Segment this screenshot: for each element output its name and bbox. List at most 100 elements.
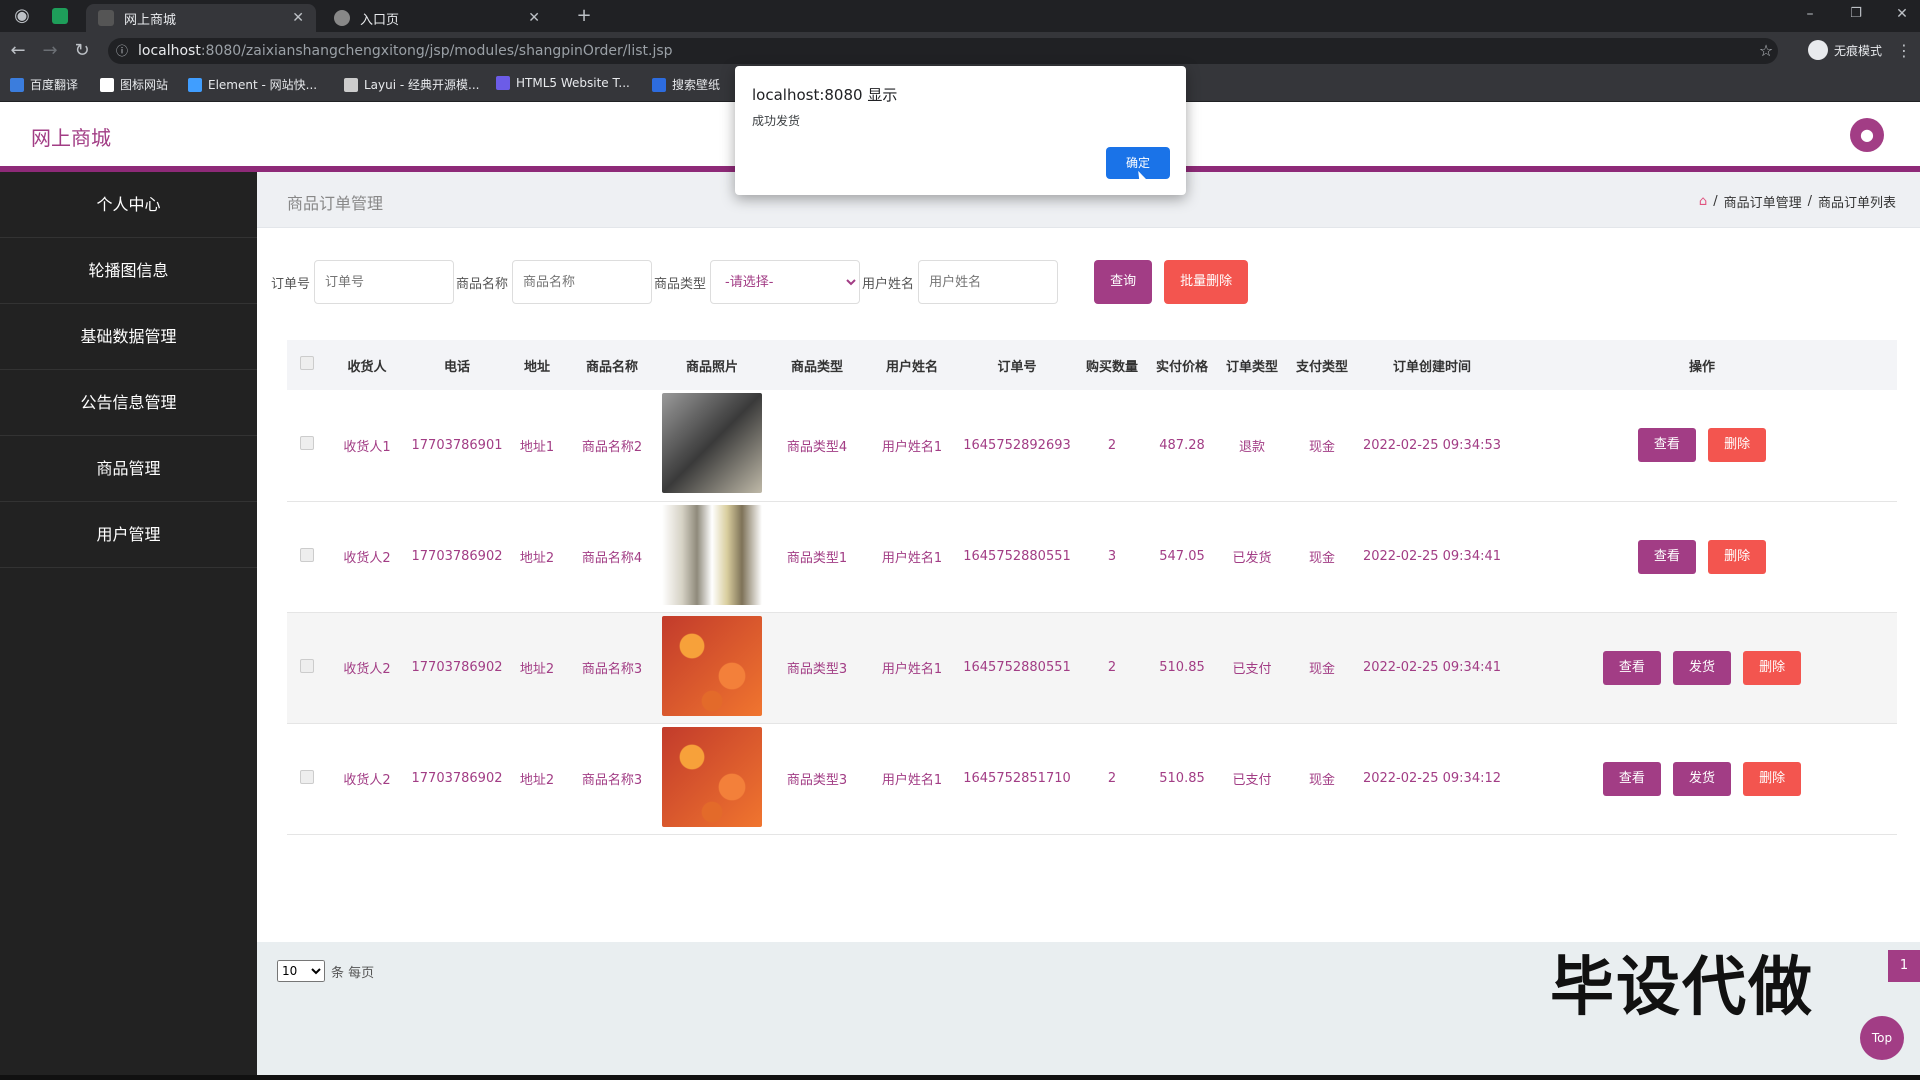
cell-user: 用户姓名1 — [881, 662, 943, 677]
view-button[interactable]: 查看 — [1637, 428, 1696, 463]
delete-button[interactable]: 删除 — [1743, 761, 1802, 796]
user-name-input[interactable] — [918, 260, 1059, 304]
col-photo: 商品照片 — [685, 359, 738, 375]
row-checkbox[interactable] — [300, 769, 314, 784]
delete-button[interactable]: 删除 — [1708, 539, 1767, 574]
page-size-select[interactable]: 10 — [277, 960, 325, 982]
forward-icon[interactable]: → — [38, 39, 62, 63]
tab-favicon-icon — [52, 8, 68, 24]
bookmark-item[interactable]: Element - 网站快... — [188, 76, 317, 93]
page-number-button[interactable]: 1 — [1888, 950, 1920, 982]
col-product: 商品名称 — [585, 359, 638, 375]
product-photo-flower[interactable] — [662, 726, 762, 827]
bookmark-item[interactable]: Layui - 经典开源模... — [344, 76, 479, 93]
kebab-menu-icon[interactable]: ⋮ — [1892, 39, 1916, 63]
product-type-label: 商品类型 — [654, 276, 707, 292]
cell-user: 用户姓名1 — [881, 439, 943, 455]
col-price: 实付价格 — [1155, 359, 1208, 375]
breadcrumb-sep: / — [1807, 194, 1812, 209]
window-close-icon[interactable]: ✕ — [1890, 2, 1914, 26]
col-created: 订单创建时间 — [1392, 359, 1471, 375]
page-title: 商品订单管理 — [287, 194, 384, 213]
view-button[interactable]: 查看 — [1602, 761, 1661, 796]
sidebar: 个人中心 轮播图信息 基础数据管理 公告信息管理 商品管理 用户管理 — [0, 172, 257, 1080]
star-icon[interactable]: ☆ — [1754, 39, 1778, 63]
new-tab-icon[interactable]: + — [572, 4, 596, 28]
per-page-label: 条 每页 — [331, 965, 375, 981]
pagination-size: 10 条 每页 — [277, 960, 374, 982]
tab-inactive[interactable]: 入口页 ✕ — [322, 4, 552, 32]
cell-product: 商品名称3 — [581, 662, 643, 677]
cell-qty: 2 — [1107, 437, 1117, 453]
product-name-input[interactable] — [512, 260, 653, 304]
sidebar-item-carousel[interactable]: 轮播图信息 — [0, 238, 257, 304]
col-order-no: 订单号 — [997, 359, 1037, 375]
ship-button[interactable]: 发货 — [1672, 650, 1731, 685]
cell-receiver: 收货人1 — [343, 439, 391, 455]
product-type-select[interactable]: -请选择- — [710, 260, 861, 304]
batch-delete-button[interactable]: 批量删除 — [1164, 260, 1249, 304]
bookmark-item[interactable]: 百度翻译 — [10, 76, 78, 93]
delete-button[interactable]: 删除 — [1743, 650, 1802, 685]
table-row: 收货人2 17703786902 地址2 商品名称3 商品类型3 用户姓名1 1… — [287, 612, 1897, 723]
breadcrumb-item[interactable]: 商品订单管理 — [1724, 192, 1802, 211]
incognito-indicator[interactable]: 无痕模式 — [1807, 40, 1882, 60]
back-to-top-button[interactable]: Top — [1860, 1016, 1904, 1060]
chrome-menu-icon[interactable]: ◉ — [10, 4, 34, 28]
table-row: 收货人2 17703786902 地址2 商品名称3 商品类型3 用户姓名1 1… — [287, 723, 1897, 834]
cell-product: 商品名称2 — [581, 439, 643, 455]
alert-dialog: localhost:8080 显示 成功发货 确定 — [735, 66, 1186, 195]
cell-product: 商品名称3 — [581, 773, 643, 788]
order-no-input[interactable] — [314, 260, 455, 304]
cell-actions: 查看 删除 — [1507, 390, 1897, 501]
browser-toolbar: ← → ↻ ⓘ localhost:8080/zaixianshangcheng… — [0, 32, 1920, 70]
cell-order-no: 1645752851710 — [963, 771, 1071, 786]
cell-phone: 17703786902 — [411, 660, 503, 675]
sidebar-item-notice[interactable]: 公告信息管理 — [0, 370, 257, 436]
html5-icon — [496, 76, 510, 90]
cell-qty: 3 — [1107, 549, 1117, 564]
home-icon[interactable]: ⌂ — [1699, 194, 1707, 209]
close-icon[interactable]: ✕ — [528, 10, 540, 26]
cell-phone: 17703786902 — [411, 549, 503, 564]
tab-active[interactable]: 网上商城 ✕ — [86, 4, 316, 32]
view-button[interactable]: 查看 — [1602, 650, 1661, 685]
cell-order-type: 退款 — [1238, 439, 1265, 455]
cell-user: 用户姓名1 — [881, 773, 943, 788]
address-bar[interactable]: ⓘ localhost:8080/zaixianshangchengxitong… — [108, 38, 1778, 64]
sidebar-item-profile[interactable]: 个人中心 — [0, 172, 257, 238]
dialog-message: 成功发货 — [752, 114, 801, 128]
row-checkbox[interactable] — [300, 547, 314, 562]
select-all-checkbox[interactable] — [300, 356, 314, 370]
delete-button[interactable]: 删除 — [1708, 428, 1767, 463]
product-photo-bottle[interactable] — [662, 504, 762, 605]
row-checkbox[interactable] — [300, 658, 314, 673]
cell-phone: 17703786901 — [411, 437, 503, 453]
bookmark-item[interactable]: HTML5 Website T... — [496, 76, 630, 90]
product-photo-flower[interactable] — [662, 615, 762, 716]
app-root: 网上商城 ● 个人中心 轮播图信息 基础数据管理 公告信息管理 商品管理 用户管… — [0, 102, 1920, 1080]
restore-icon[interactable]: ❐ — [1844, 2, 1868, 26]
bookmark-item[interactable]: 搜索壁纸 — [652, 76, 720, 93]
query-button[interactable]: 查询 — [1094, 260, 1153, 304]
minimize-icon[interactable]: – — [1798, 2, 1822, 26]
brand-title[interactable]: 网上商城 — [31, 122, 111, 151]
ship-button[interactable]: 发货 — [1672, 761, 1731, 796]
bookmark-item[interactable]: 图标网站 — [100, 76, 168, 93]
user-icon[interactable]: ● — [1850, 118, 1884, 152]
dialog-title: localhost:8080 显示 — [752, 86, 898, 104]
close-icon[interactable]: ✕ — [292, 10, 304, 26]
info-icon[interactable]: ⓘ — [116, 38, 128, 64]
view-button[interactable]: 查看 — [1637, 539, 1696, 574]
bottom-strip — [0, 1075, 1920, 1080]
sidebar-item-users[interactable]: 用户管理 — [0, 502, 257, 568]
back-icon[interactable]: ← — [6, 39, 30, 63]
tab-title: 网上商城 — [124, 12, 177, 28]
sidebar-item-products[interactable]: 商品管理 — [0, 436, 257, 502]
row-checkbox[interactable] — [300, 436, 314, 451]
bookmark-label: HTML5 Website T... — [516, 76, 630, 90]
product-photo-phone[interactable] — [662, 393, 762, 494]
cell-actions: 查看 发货 删除 — [1507, 612, 1897, 723]
sidebar-item-base-data[interactable]: 基础数据管理 — [0, 304, 257, 370]
reload-icon[interactable]: ↻ — [70, 39, 94, 63]
